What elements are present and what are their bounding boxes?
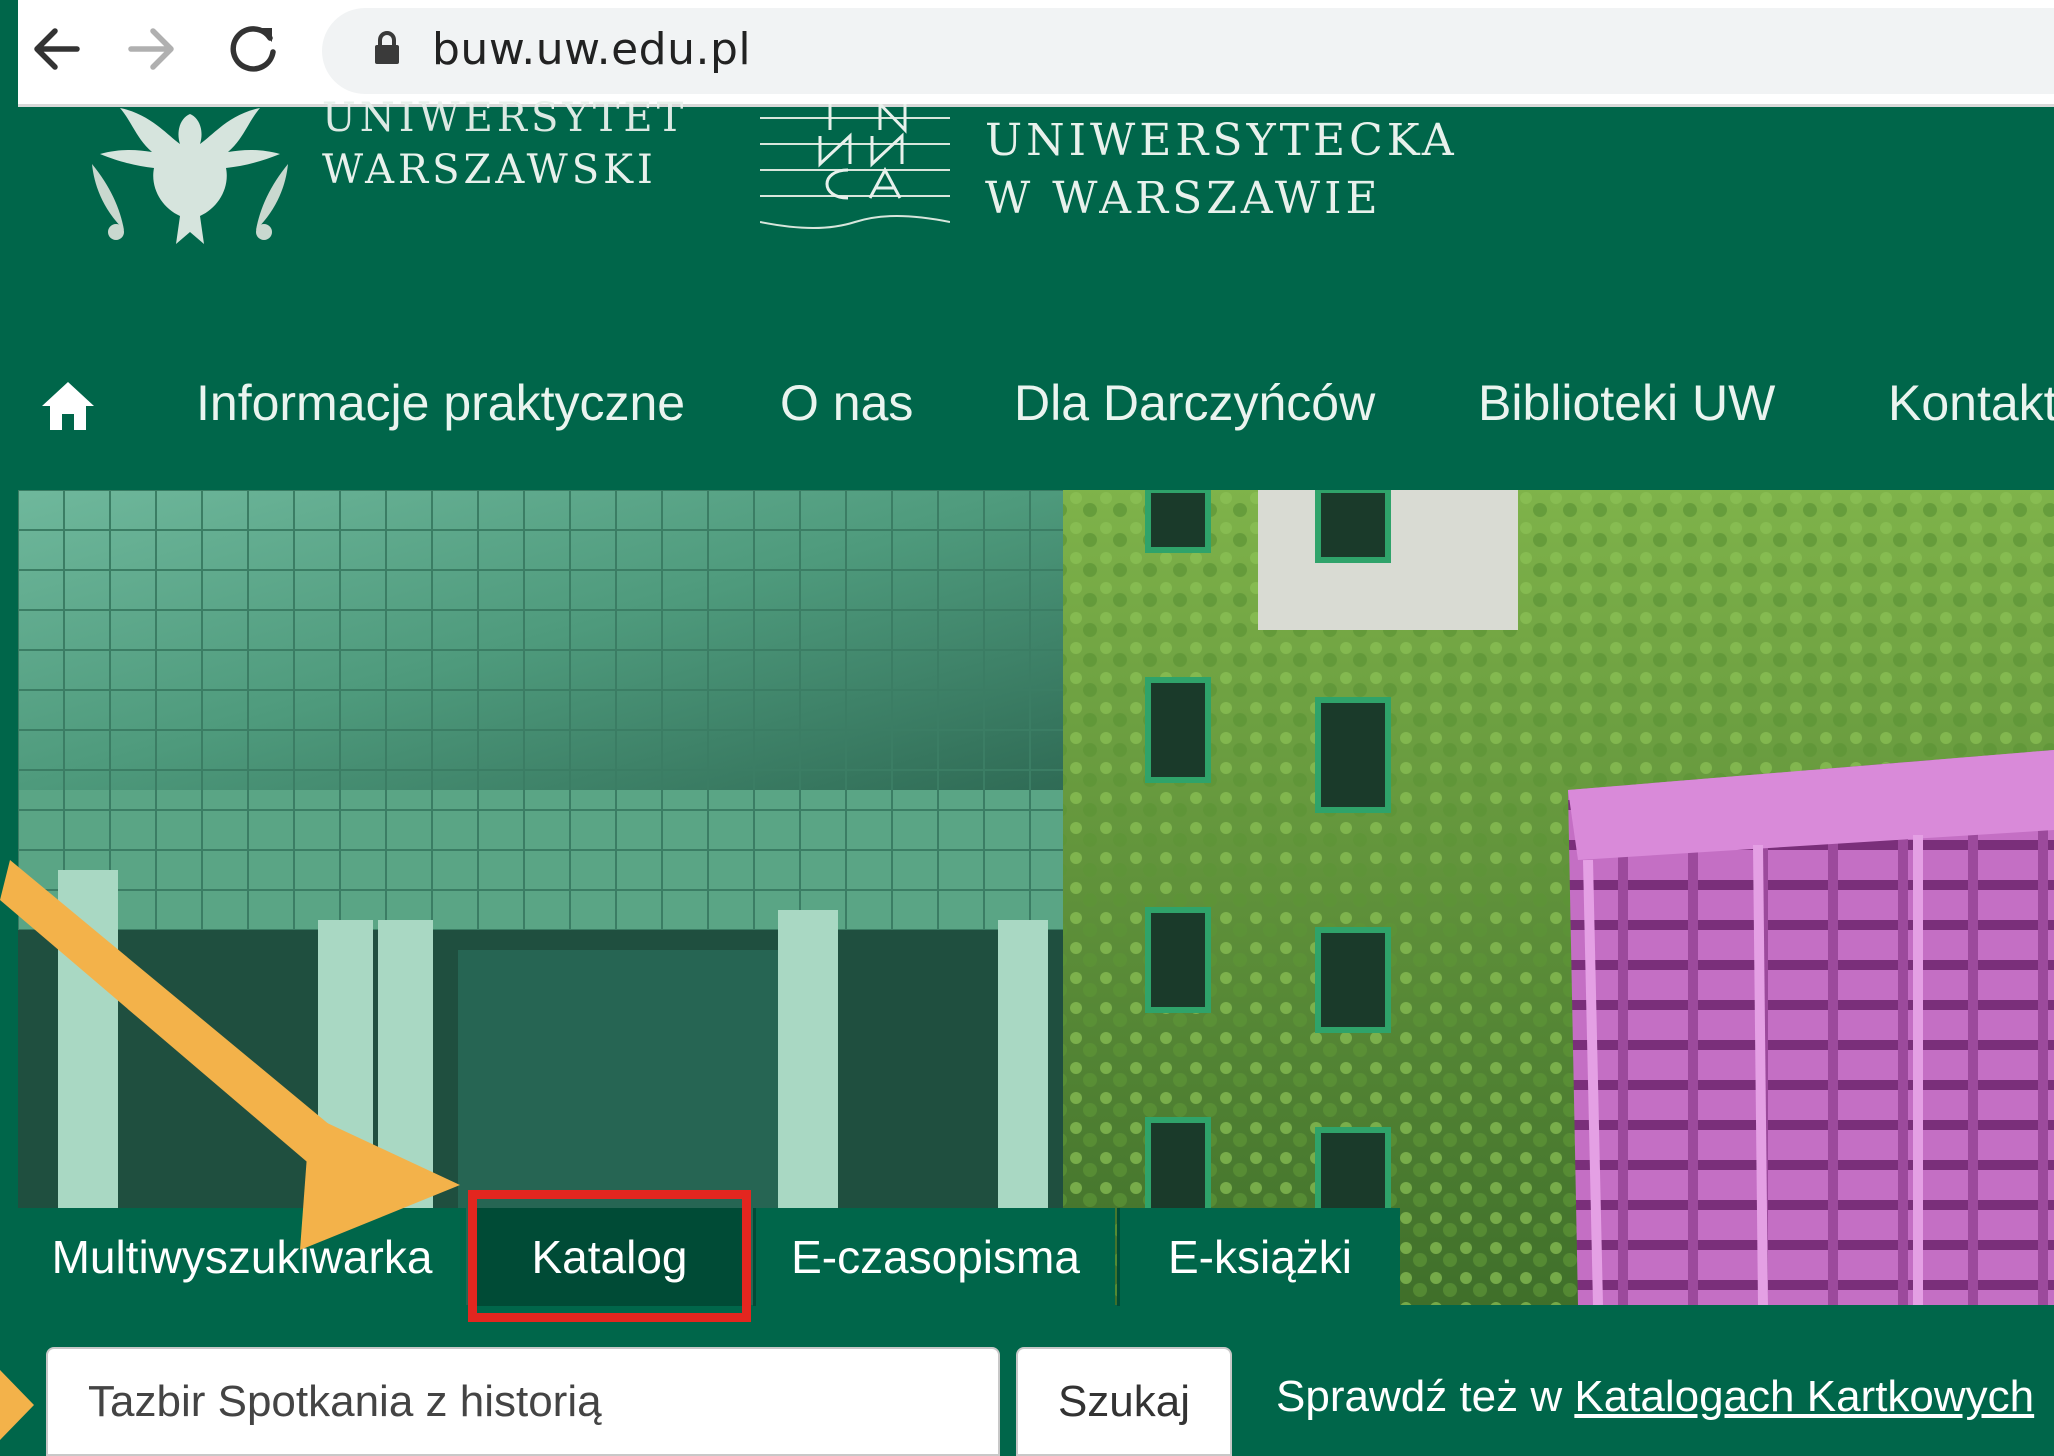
library-name-line1: UNIWERSYTECKA: [985, 115, 1458, 166]
url-text: buw.uw.edu.pl: [432, 24, 752, 75]
reload-button[interactable]: [218, 14, 288, 84]
home-link[interactable]: [40, 378, 96, 434]
hero-photo: [18, 490, 2054, 1305]
lock-icon: [375, 31, 399, 64]
university-name-line2: WARSZAWSKI: [322, 147, 657, 193]
nav-item-donors[interactable]: Dla Darczyńców: [1014, 374, 1375, 432]
arrow-left-icon: [34, 28, 80, 70]
arrow-right-icon: [128, 28, 174, 70]
card-catalogs-link[interactable]: Katalogach Kartkowych: [1574, 1372, 2034, 1421]
back-button[interactable]: [20, 14, 90, 84]
nav-item-libraries[interactable]: Biblioteki UW: [1478, 374, 1775, 432]
arrow-to-search-input: [0, 1370, 34, 1440]
university-name-line1: UNIWERSYTET: [322, 95, 688, 141]
tab-multisearch[interactable]: Multiwyszukiwarka: [18, 1208, 466, 1306]
forward-button[interactable]: [118, 14, 188, 84]
nav-item-practical-info[interactable]: Informacje praktyczne: [196, 374, 685, 432]
tab-e-journals[interactable]: E-czasopisma: [753, 1208, 1115, 1306]
reload-icon: [230, 26, 276, 72]
nav-item-about[interactable]: O nas: [780, 374, 913, 432]
university-eagle-logo: [92, 108, 288, 244]
check-also-prefix: Sprawdź też w: [1276, 1372, 1575, 1421]
home-icon: [42, 382, 94, 430]
catalog-highlight-box: [468, 1190, 751, 1322]
library-name-line2: W WARSZAWIE: [985, 173, 1382, 224]
search-input[interactable]: [46, 1347, 1000, 1456]
library-logo: [760, 104, 950, 229]
search-button[interactable]: Szukaj: [1016, 1347, 1232, 1456]
nav-item-contact[interactable]: Kontakt: [1888, 374, 2054, 432]
tab-e-books[interactable]: E-książki: [1117, 1208, 1400, 1306]
check-also-text: Sprawdź też w Katalogach Kartkowych: [1276, 1372, 2034, 1422]
